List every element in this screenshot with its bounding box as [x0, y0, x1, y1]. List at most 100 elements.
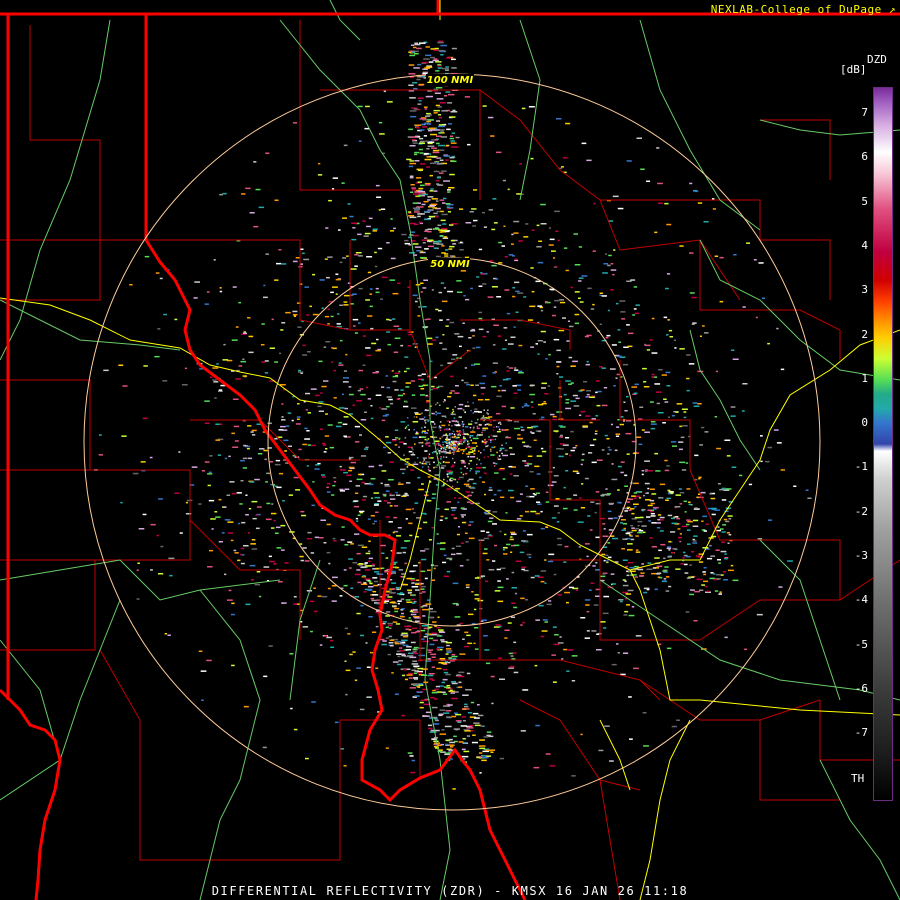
echo-pixel [670, 492, 674, 494]
echo-pixel [444, 448, 447, 451]
echo-pixel [405, 599, 411, 601]
echo-pixel [552, 626, 557, 628]
echo-pixel [489, 441, 492, 443]
echo-pixel [632, 314, 636, 316]
echo-pixel [419, 140, 425, 143]
echo-pixel [210, 518, 216, 520]
echo-pixel [647, 470, 654, 472]
echo-pixel [349, 215, 354, 218]
echo-pixel [420, 184, 425, 187]
echo-pixel [589, 421, 593, 424]
echo-pixel [342, 423, 348, 425]
echo-pixel [343, 471, 348, 474]
echo-pixel [150, 523, 156, 526]
echo-pixel [407, 286, 410, 288]
echo-pixel [576, 472, 580, 474]
echo-pixel [380, 298, 383, 300]
echo-pixel [405, 426, 408, 428]
echo-pixel [478, 424, 482, 426]
echo-pixel [441, 227, 448, 230]
echo-pixel [480, 530, 485, 532]
echo-pixel [464, 367, 467, 369]
echo-pixel [578, 297, 581, 299]
echo-pixel [558, 455, 562, 458]
echo-pixel [490, 434, 493, 437]
echo-pixel [452, 788, 456, 790]
echo-pixel [357, 581, 362, 584]
echo-pixel [424, 548, 430, 550]
echo-pixel [464, 631, 469, 634]
echo-pixel [390, 218, 393, 220]
echo-pixel [421, 558, 427, 561]
echo-pixel [346, 474, 352, 477]
echo-pixel [228, 455, 231, 458]
echo-pixel [439, 404, 441, 407]
echo-pixel [518, 372, 524, 374]
echo-pixel [288, 494, 293, 496]
echo-pixel [461, 521, 467, 524]
echo-pixel [396, 494, 401, 496]
echo-pixel [420, 388, 425, 390]
echo-pixel [509, 473, 513, 475]
echo-pixel [309, 305, 312, 308]
echo-pixel [557, 239, 560, 242]
echo-pixel [435, 413, 437, 416]
echo-pixel [365, 386, 369, 389]
echo-pixel [431, 452, 434, 454]
echo-pixel [464, 472, 468, 475]
echo-pixel [400, 547, 407, 549]
echo-pixel [521, 566, 527, 568]
echo-pixel [693, 405, 700, 407]
echo-pixel [402, 472, 405, 475]
echo-pixel [524, 464, 530, 467]
echo-pixel [356, 520, 359, 522]
echo-pixel [352, 404, 355, 406]
echo-pixel [427, 569, 431, 571]
echo-pixel [302, 626, 309, 628]
echo-pixel [608, 517, 613, 520]
echo-pixel [510, 536, 513, 538]
echo-pixel [432, 461, 435, 464]
echo-pixel [441, 451, 447, 453]
echo-pixel [459, 430, 461, 432]
echo-pixel [501, 444, 503, 446]
echo-pixel [631, 606, 635, 608]
echo-pixel [518, 240, 523, 242]
echo-pixel [451, 47, 457, 50]
echo-pixel [461, 542, 465, 544]
echo-pixel [600, 575, 606, 578]
echo-pixel [442, 456, 445, 458]
echo-pixel [698, 477, 701, 480]
echo-pixel [162, 380, 168, 382]
echo-pixel [358, 563, 363, 565]
echo-pixel [482, 755, 487, 757]
echo-pixel [628, 696, 632, 698]
external-link-icon[interactable]: ↗ [889, 3, 896, 16]
echo-pixel [476, 445, 478, 447]
echo-pixel [549, 765, 556, 767]
echo-pixel [646, 492, 649, 494]
echo-pixel [481, 431, 483, 434]
echo-pixel [424, 210, 431, 213]
echo-pixel [431, 147, 437, 149]
echo-pixel [481, 393, 485, 395]
echo-pixel [428, 633, 432, 635]
echo-pixel [731, 349, 735, 351]
echo-pixel [418, 527, 422, 530]
echo-pixel [261, 323, 265, 325]
echo-pixel [448, 123, 452, 125]
echo-pixel [138, 528, 145, 530]
echo-pixel [392, 292, 399, 295]
echo-pixel [504, 256, 508, 258]
echo-pixel [568, 325, 574, 328]
echo-pixel [641, 470, 645, 472]
echo-pixel [436, 464, 439, 466]
echo-pixel [607, 510, 612, 513]
echo-pixel [697, 556, 704, 558]
echo-pixel [425, 603, 432, 605]
echo-pixel [231, 602, 235, 605]
echo-pixel [462, 423, 465, 426]
echo-pixel [547, 385, 551, 387]
echo-pixel [408, 236, 411, 239]
echo-pixel [251, 500, 258, 503]
